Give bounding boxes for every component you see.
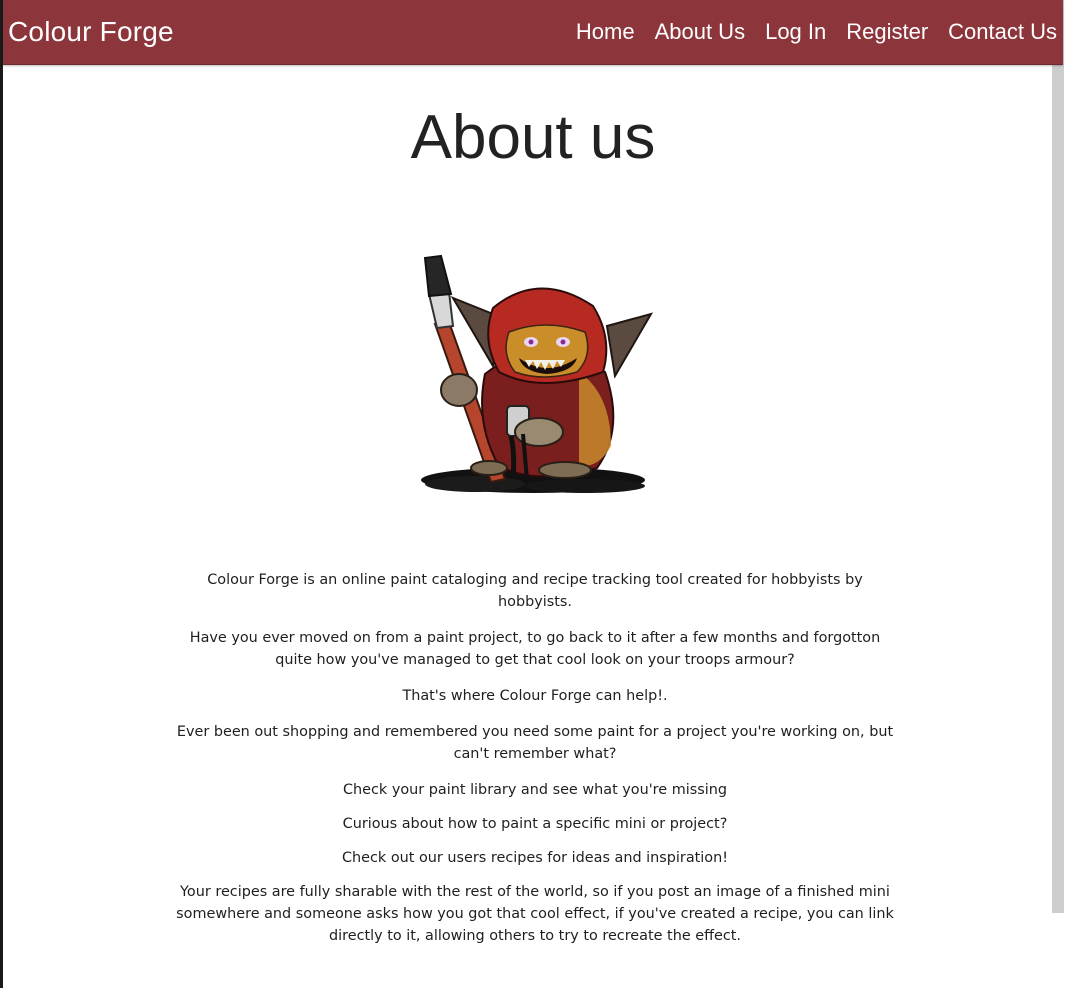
about-paragraph: Check out our users recipes for ideas an… [342,850,728,866]
about-paragraph: Check your paint library and see what yo… [343,782,727,798]
about-paragraph: Have you ever moved on from a paint proj… [189,630,881,668]
about-paragraph: That's where Colour Forge can help!. [402,688,668,704]
nav-register[interactable]: Register [846,19,928,45]
nav-contact-us[interactable]: Contact Us [948,19,1057,45]
about-content: Colour Forge is an online paint catalogi… [170,569,900,961]
goblin-painter-illustration [421,254,654,493]
nav-home[interactable]: Home [576,19,635,45]
brand-logo-text[interactable]: Colour Forge [8,16,174,48]
navbar: Colour Forge Home About Us Log In Regist… [3,0,1063,65]
about-paragraph: Colour Forge is an online paint catalogi… [207,572,863,610]
about-paragraph: Ever been out shopping and remembered yo… [176,724,894,762]
nav-log-in[interactable]: Log In [765,19,826,45]
nav-links: Home About Us Log In Register Contact Us [576,19,1057,45]
about-paragraph: Curious about how to paint a specific mi… [342,816,728,832]
nav-about-us[interactable]: About Us [655,19,746,45]
page-title: About us [410,103,656,172]
about-paragraph: Your recipes are fully sharable with the… [176,884,894,944]
